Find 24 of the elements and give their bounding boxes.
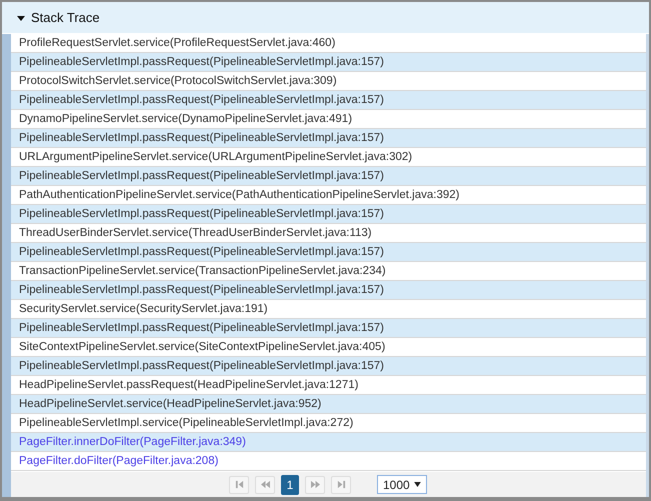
stack-frame-row: PipelineableServletImpl.passRequest(PipelineableServletImpl.java:157): [11, 205, 646, 224]
stack-frame-row: PipelineableServletImpl.passRequest(PipelineableServletImpl.java:157): [11, 91, 646, 110]
next-page-button[interactable]: [305, 476, 325, 494]
fast-forward-icon: [310, 480, 320, 489]
stack-frame-row: PipelineableServletImpl.passRequest(PipelineableServletImpl.java:157): [11, 129, 646, 148]
last-page-button[interactable]: [331, 476, 351, 494]
stack-frame-row: PipelineableServletImpl.passRequest(PipelineableServletImpl.java:157): [11, 281, 646, 300]
previous-page-button[interactable]: [255, 476, 275, 494]
stack-frame-row: HeadPipelineServlet.service(HeadPipelineServlet.java:952): [11, 395, 646, 414]
page-size-dropdown[interactable]: 1000: [377, 475, 427, 494]
last-page-icon: [336, 480, 346, 489]
stack-frame-row: PipelineableServletImpl.passRequest(PipelineableServletImpl.java:157): [11, 319, 646, 338]
page-button[interactable]: 1: [281, 474, 299, 494]
stack-frame-row: PipelineableServletImpl.passRequest(PipelineableServletImpl.java:157): [11, 167, 646, 186]
rewind-icon: [260, 480, 270, 489]
panel-title: Stack Trace: [31, 10, 100, 25]
stack-frame-row: PipelineableServletImpl.passRequest(PipelineableServletImpl.java:157): [11, 357, 646, 376]
stack-frame-row: PipelineableServletImpl.passRequest(PipelineableServletImpl.java:157): [11, 243, 646, 262]
first-page-icon: [234, 480, 244, 489]
stack-frame-row: PipelineableServletImpl.passRequest(PipelineableServletImpl.java:157): [11, 53, 646, 72]
first-page-button[interactable]: [229, 476, 249, 494]
stack-frame-row[interactable]: PageFilter.innerDoFilter(PageFilter.java:349): [11, 433, 646, 452]
dropdown-caret-icon: [414, 482, 421, 487]
panel-header[interactable]: Stack Trace: [2, 2, 649, 34]
